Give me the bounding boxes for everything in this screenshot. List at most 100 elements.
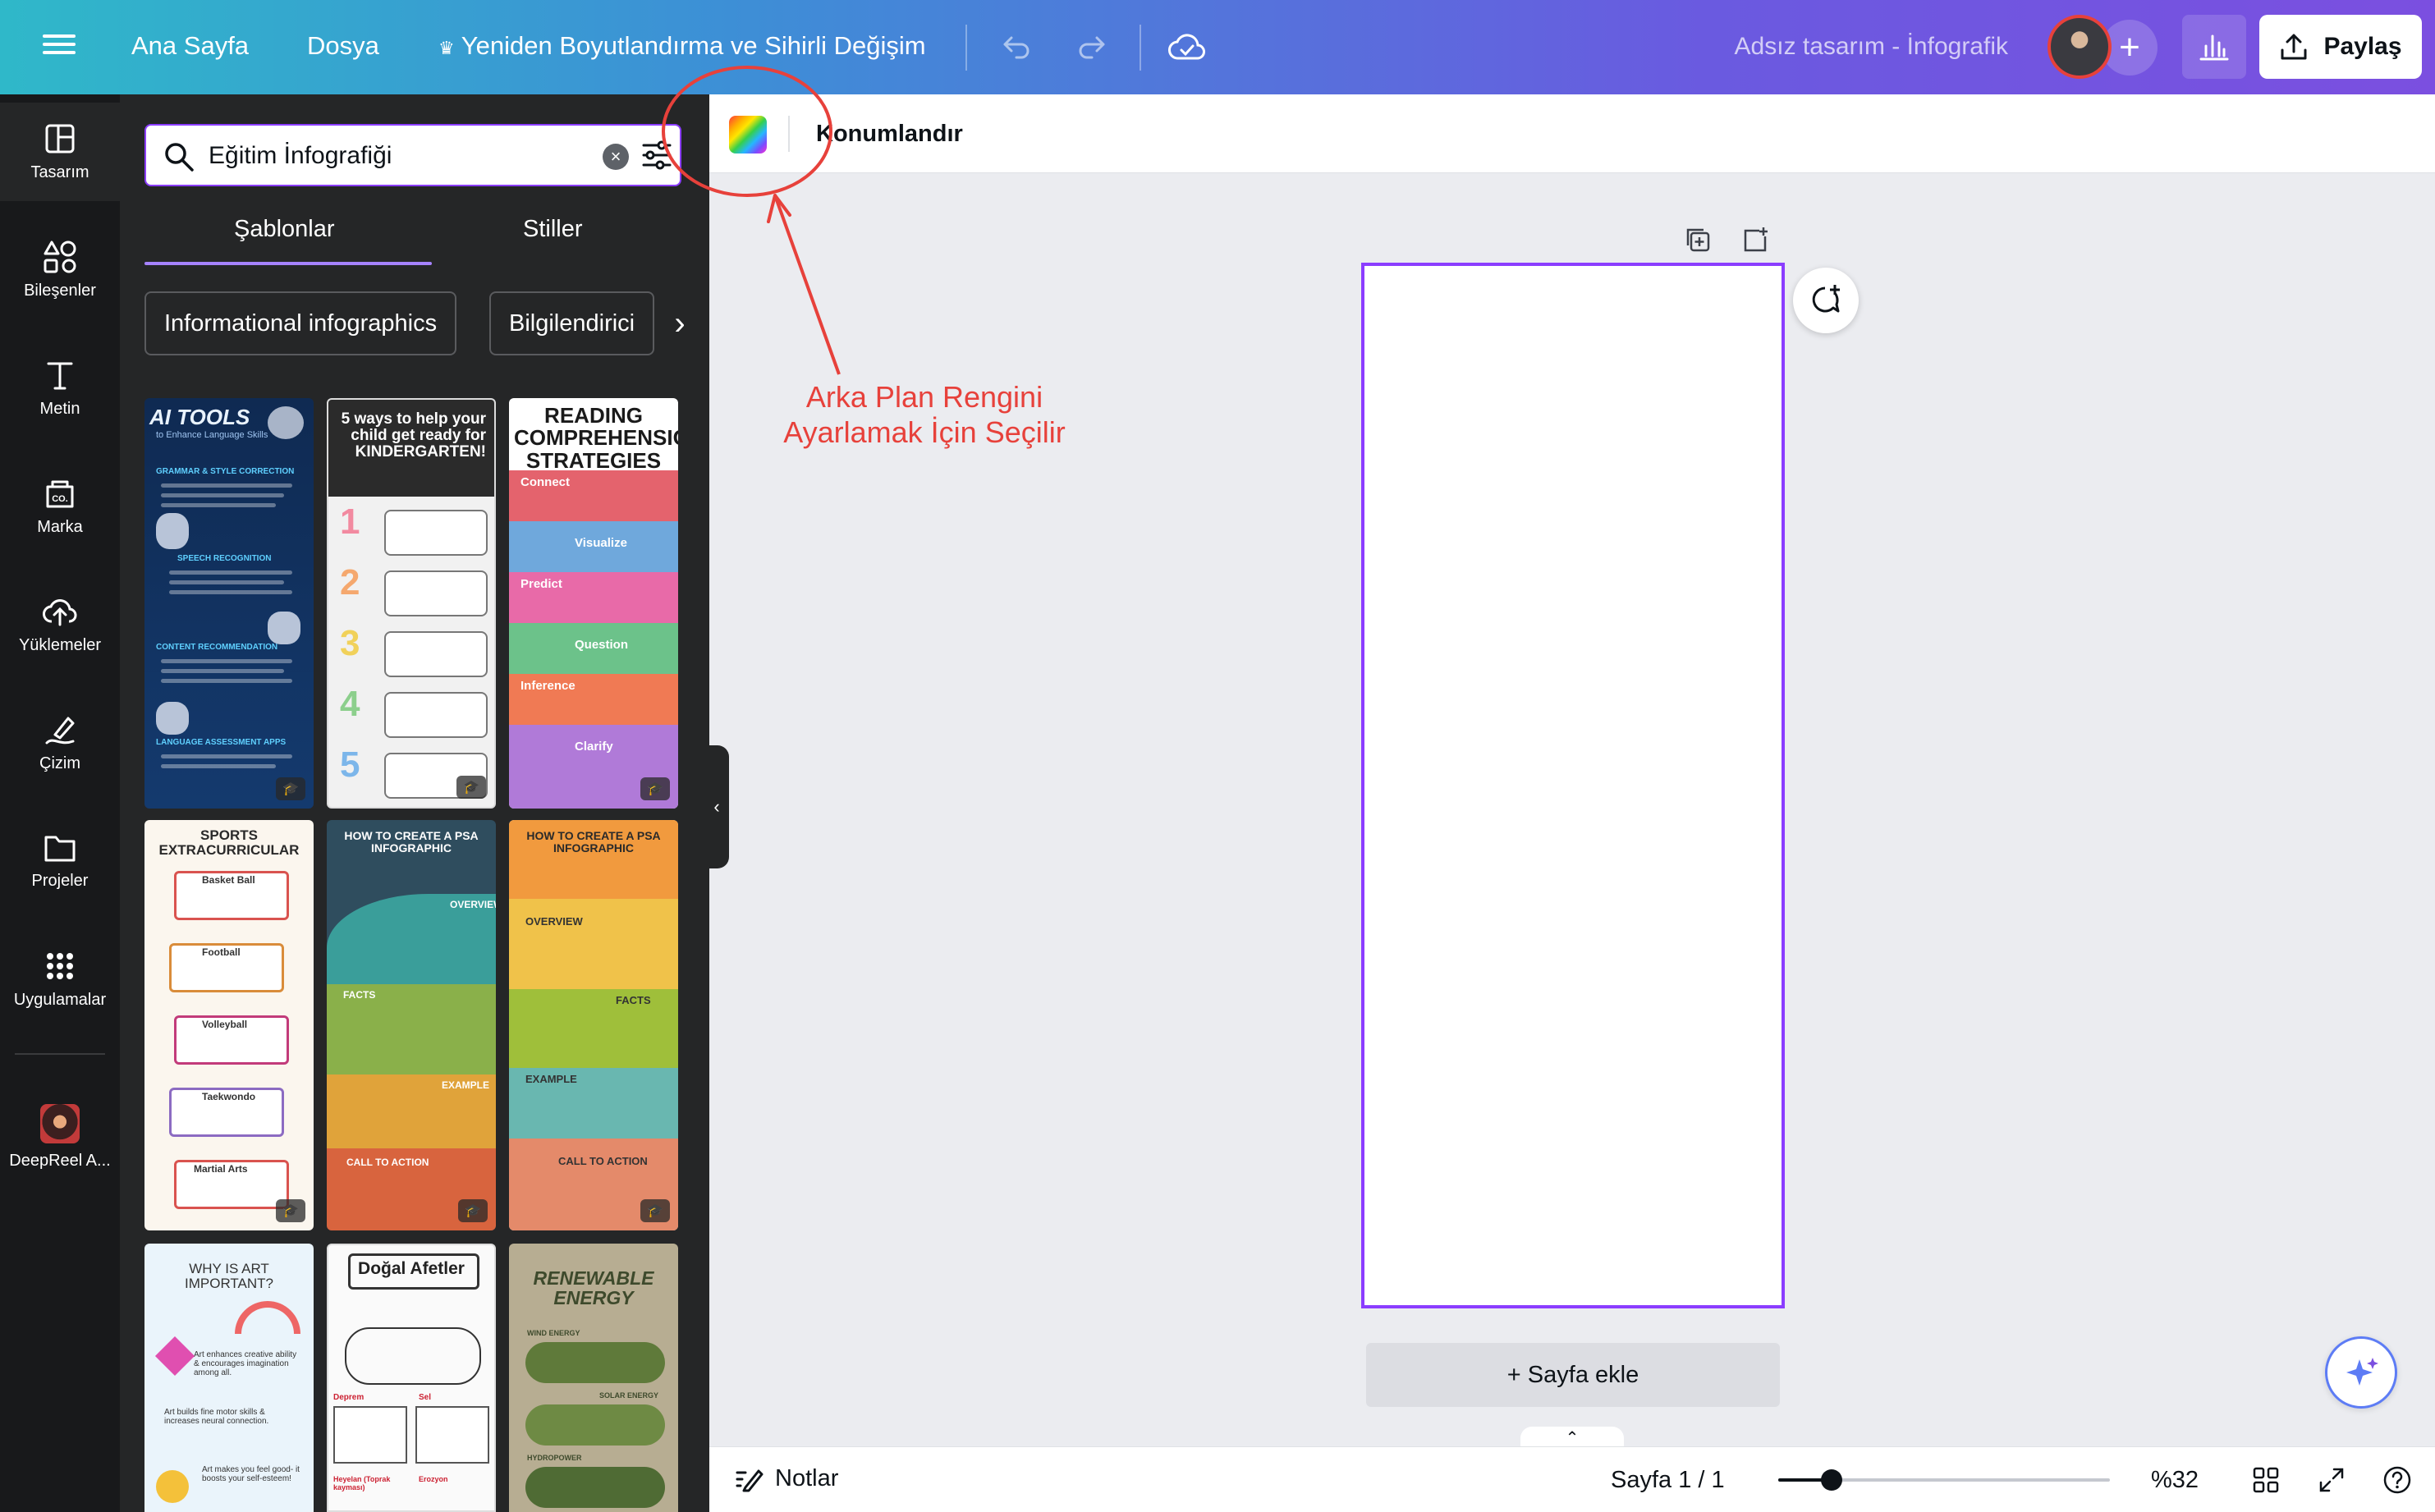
template-section: WIND ENERGY <box>527 1329 580 1337</box>
template-section: Clarify <box>575 740 613 754</box>
chevron-up-icon[interactable]: ⌃ <box>1520 1427 1624 1448</box>
zoom-slider[interactable] <box>1778 1469 2110 1491</box>
rail-item-projects[interactable]: Projeler <box>0 812 120 910</box>
insights-chart-icon[interactable] <box>2182 15 2246 79</box>
template-section: OVERVIEW <box>525 915 583 928</box>
draw-icon <box>45 717 75 744</box>
fullscreen-icon[interactable] <box>2315 1464 2348 1496</box>
undo-icon[interactable] <box>997 28 1036 67</box>
template-title: HOW TO CREATE A PSA INFOGRAPHIC <box>526 829 661 855</box>
search-icon <box>165 143 194 172</box>
template-section: Erozyon <box>419 1475 448 1483</box>
robot-illustration <box>156 513 189 549</box>
home-link[interactable]: Ana Sayfa <box>131 31 249 61</box>
template-number: 5 <box>340 745 360 785</box>
share-button[interactable]: Paylaş <box>2259 15 2422 79</box>
redo-icon[interactable] <box>1072 28 1112 67</box>
template-card[interactable]: SPORTS EXTRACURRICULAR Basket Ball Footb… <box>144 820 314 1230</box>
duplicate-page-icon[interactable] <box>1681 223 1714 256</box>
folder-icon <box>44 836 76 861</box>
add-comment-icon[interactable] <box>1793 268 1859 333</box>
hamburger-menu-icon[interactable] <box>43 30 76 62</box>
template-section: Connect <box>520 475 570 489</box>
template-section: Inference <box>520 679 576 693</box>
svg-text:CO.: CO. <box>52 494 68 504</box>
template-section: Sel <box>419 1393 432 1402</box>
help-icon[interactable] <box>2381 1464 2414 1496</box>
template-section: Art enhances creative ability & encourag… <box>194 1350 297 1377</box>
cloud-saved-icon[interactable] <box>1167 28 1207 67</box>
template-section: Deprem <box>333 1393 365 1402</box>
clear-search-icon[interactable]: × <box>603 144 629 170</box>
design-page[interactable] <box>1361 263 1785 1308</box>
template-card[interactable]: AI TOOLS to Enhance Language Skills GRAM… <box>144 398 314 809</box>
rail-item-elements[interactable]: Bileşenler <box>0 221 120 319</box>
magic-sparkle-icon[interactable] <box>2325 1336 2397 1409</box>
tab-templates[interactable]: Şablonlar <box>234 216 335 243</box>
template-section: Predict <box>520 577 562 591</box>
toolbar-divider <box>1140 25 1141 71</box>
position-button[interactable]: Konumlandır <box>816 121 963 148</box>
search-input[interactable] <box>209 137 594 175</box>
text-icon <box>47 362 73 389</box>
filter-chip[interactable]: Informational infographics <box>144 291 457 355</box>
design-title[interactable]: Adsız tasarım - İnfografik <box>1735 33 2008 61</box>
education-cap-icon: 🎓 <box>276 777 305 800</box>
template-section: Volleyball <box>202 1019 248 1030</box>
search-box: × <box>144 124 681 186</box>
toolbar-divider <box>788 116 790 152</box>
template-section: Visualize <box>575 536 627 550</box>
rail-item-uploads[interactable]: Yüklemeler <box>0 575 120 674</box>
template-section: OVERVIEW <box>450 899 496 910</box>
filter-sliders-icon[interactable] <box>640 139 673 172</box>
filter-chip[interactable]: Bilgilendirici <box>489 291 655 355</box>
rail-item-deepreel[interactable]: DeepReel A... <box>0 1088 120 1186</box>
page-indicator[interactable]: Sayfa 1 / 1 <box>1611 1467 1725 1494</box>
background-color-swatch[interactable] <box>729 116 767 153</box>
rail-label: Bileşenler <box>24 281 96 300</box>
template-section: Taekwondo <box>202 1091 256 1102</box>
rail-label: Projeler <box>31 871 89 890</box>
rail-label: Uygulamalar <box>13 990 107 1009</box>
avatar[interactable] <box>2048 15 2112 79</box>
zoom-slider-handle[interactable] <box>1820 1469 1842 1491</box>
template-card[interactable]: Doğal Afetler Deprem Sel Heyelan (Toprak… <box>327 1244 496 1512</box>
template-section: SOLAR ENERGY <box>599 1391 659 1400</box>
template-title: 5 ways to help your child get ready for … <box>341 410 486 460</box>
file-menu[interactable]: Dosya <box>307 31 379 61</box>
tab-styles[interactable]: Stiller <box>523 216 583 243</box>
rail-item-text[interactable]: Metin <box>0 339 120 438</box>
template-card[interactable]: WHY IS ART IMPORTANT? Art enhances creat… <box>144 1244 314 1512</box>
notes-pencil-icon <box>736 1469 764 1491</box>
resize-magic-switch-button[interactable]: ♛ Yeniden Boyutlandırma ve Sihirli Değiş… <box>438 31 926 61</box>
education-cap-icon: 🎓 <box>458 1199 488 1222</box>
notes-button[interactable]: Notlar <box>734 1465 838 1492</box>
notes-label: Notlar <box>775 1465 839 1491</box>
rail-item-draw[interactable]: Çizim <box>0 694 120 792</box>
rail-label: Çizim <box>39 754 80 772</box>
chevron-right-icon[interactable]: › <box>663 305 696 342</box>
rail-item-design[interactable]: Tasarım <box>0 103 120 201</box>
template-card[interactable]: RENEWABLE ENERGY WIND ENERGY SOLAR ENERG… <box>509 1244 678 1512</box>
toolbar-divider <box>965 25 967 71</box>
template-section: EXAMPLE <box>442 1079 490 1091</box>
template-card[interactable]: HOW TO CREATE A PSA INFOGRAPHIC OVERVIEW… <box>327 820 496 1230</box>
rail-item-brand[interactable]: CO. Marka <box>0 457 120 556</box>
bottom-bar: Notlar Sayfa 1 / 1 %32 <box>709 1446 2435 1512</box>
collapse-panel-chevron-icon[interactable]: ‹ <box>704 745 729 868</box>
template-card[interactable]: READING COMPREHENSION STRATEGIES Connect… <box>509 398 678 809</box>
template-title: RENEWABLE ENERGY <box>533 1267 654 1309</box>
template-section: Art builds fine motor skills & increases… <box>164 1408 269 1426</box>
top-bar: Ana Sayfa Dosya ♛ Yeniden Boyutlandırma … <box>0 0 2435 94</box>
template-card[interactable]: 5 ways to help your child get ready for … <box>327 398 496 809</box>
zoom-level[interactable]: %32 <box>2151 1467 2199 1494</box>
template-title: READING COMPREHENSION STRATEGIES <box>514 403 678 473</box>
template-number: 2 <box>340 562 360 603</box>
template-section: Heyelan (Toprak kayması) <box>333 1475 391 1491</box>
rail-item-apps[interactable]: Uygulamalar <box>0 930 120 1029</box>
template-card[interactable]: HOW TO CREATE A PSA INFOGRAPHIC OVERVIEW… <box>509 820 678 1230</box>
templates-panel: × Şablonlar Stiller Informational infogr… <box>120 94 709 1512</box>
grid-view-icon[interactable] <box>2249 1464 2282 1496</box>
add-page-icon[interactable] <box>1739 223 1772 256</box>
add-page-button[interactable]: + Sayfa ekle <box>1366 1343 1780 1407</box>
